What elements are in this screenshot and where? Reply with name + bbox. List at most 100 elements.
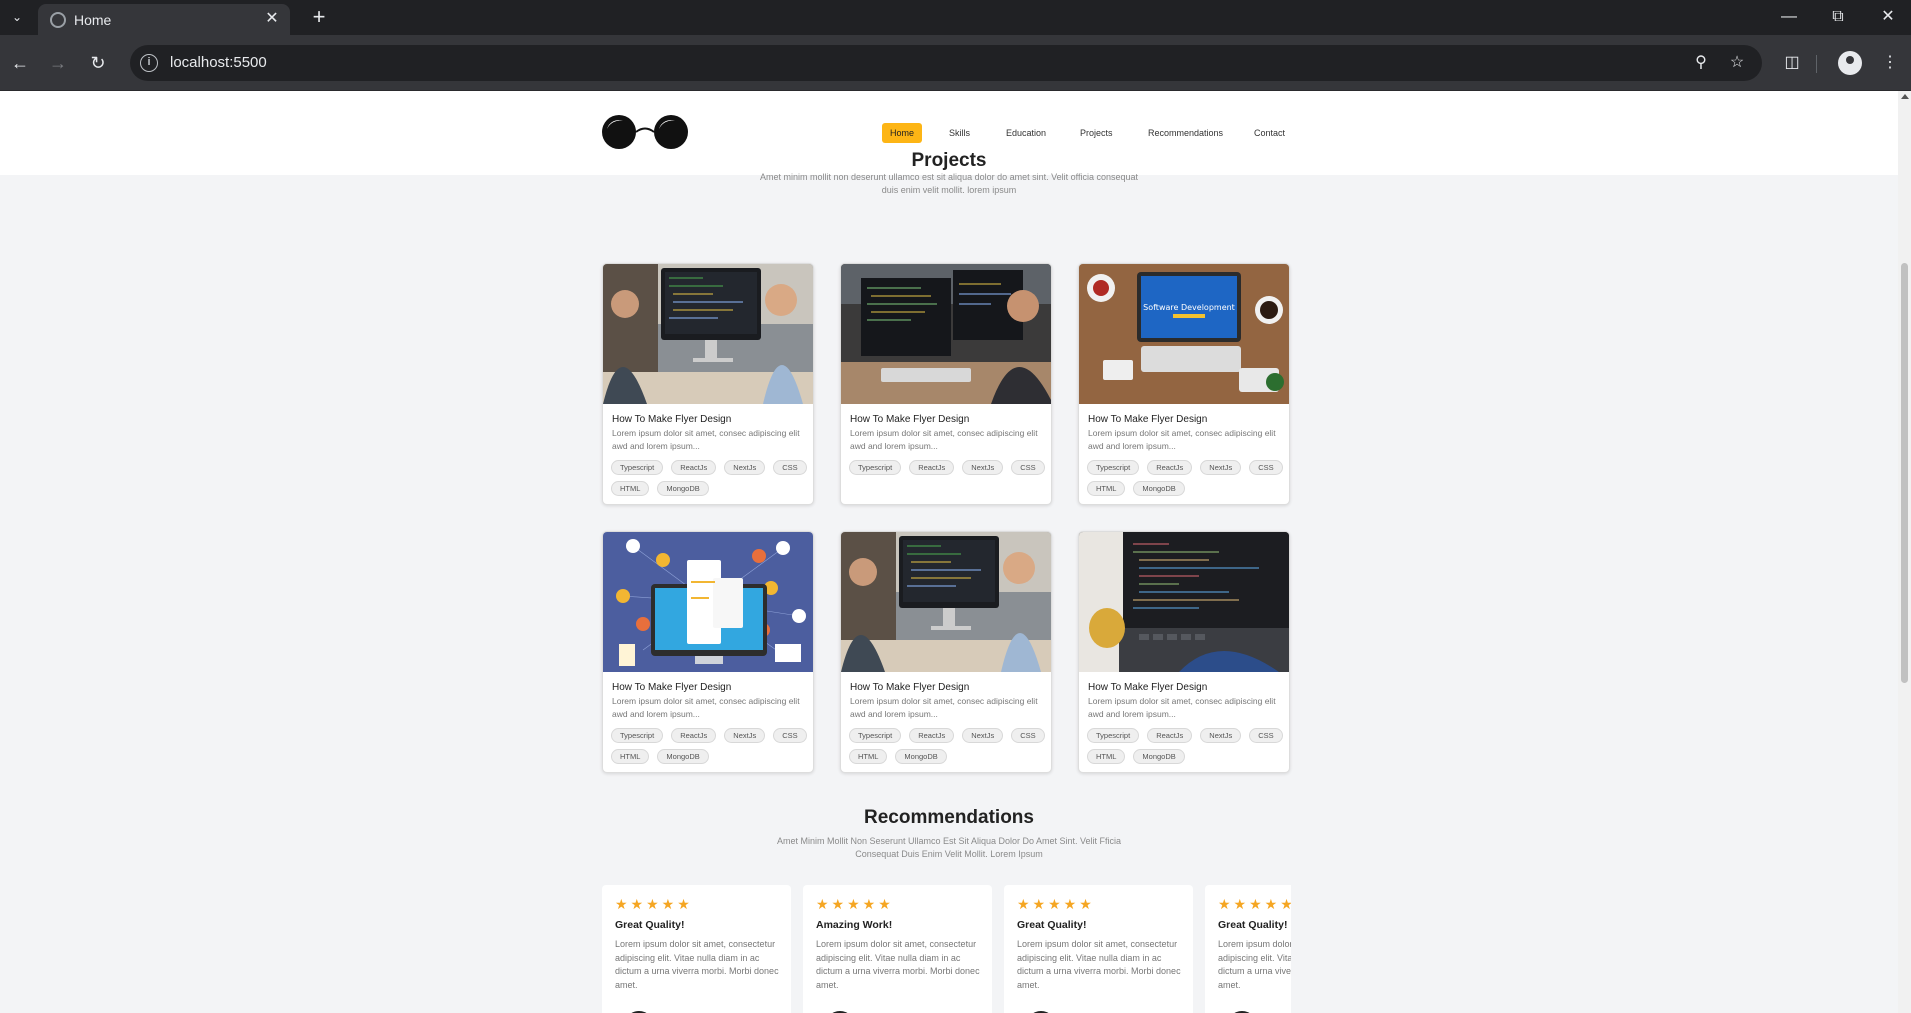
tag: MongoDB (657, 749, 709, 764)
recommendation-card: ★★★★★ Amazing Work! Lorem ipsum dolor si… (803, 885, 992, 1013)
tab-search-chevron-icon[interactable]: ⌄ (6, 7, 28, 27)
projects-subtitle: Amet minim mollit non deserunt ullamco e… (759, 172, 1139, 195)
tag: CSS (1249, 728, 1283, 743)
project-image (841, 532, 1051, 672)
project-description: Lorem ipsum dolor sit amet, consec adipi… (1088, 428, 1276, 451)
nav-contact[interactable]: Contact (1246, 123, 1293, 143)
tag: ReactJs (671, 460, 717, 475)
project-title: How To Make Flyer Design (1088, 414, 1208, 425)
glasses-logo-icon[interactable] (601, 112, 689, 152)
more-menu-icon[interactable]: ⋮ (1878, 51, 1902, 75)
recommendation-text: Lorem ipsum dolor sit amet, consectetur … (1017, 939, 1181, 990)
recommendations-heading: Recommendations (864, 807, 1034, 828)
forward-arrow-icon[interactable]: → (46, 51, 70, 75)
recommendation-card: ★★★★★ Great Quality! Lorem ipsum dolor s… (1004, 885, 1193, 1013)
recommendation-title: Great Quality! (615, 919, 685, 931)
recommendation-title: Great Quality! (1017, 919, 1087, 931)
page-viewport: Home Skills Education Projects Recommend… (0, 91, 1898, 1013)
project-title: How To Make Flyer Design (850, 682, 970, 693)
nav-recommendations[interactable]: Recommendations (1140, 123, 1231, 143)
project-description: Lorem ipsum dolor sit amet, consec adipi… (612, 696, 800, 719)
tag: ReactJs (1147, 728, 1193, 743)
project-title: How To Make Flyer Design (612, 414, 732, 425)
profile-avatar-icon[interactable] (1838, 51, 1862, 75)
rating-stars-icon: ★★★★★ (1218, 896, 1291, 912)
tag: HTML (1087, 481, 1126, 496)
project-image (603, 264, 813, 404)
recommendation-title: Great Quality! (1218, 919, 1288, 931)
tag: NextJs (1200, 460, 1242, 475)
project-title: How To Make Flyer Design (1088, 682, 1208, 693)
tag-list: Typescript ReactJs NextJs CSS (849, 460, 1049, 475)
close-tab-icon[interactable]: ✕ (262, 9, 282, 29)
minimize-icon[interactable]: — (1774, 6, 1804, 28)
browser-tab-bar: ⌄ Home ✕ + — ⧉ ✕ (0, 0, 1911, 35)
browser-toolbar: ← → ↻ i localhost:5500 ⚲ ☆ ◫ ⋮ (0, 35, 1911, 91)
tag: HTML (1087, 749, 1126, 764)
recommendation-text: Lorem ipsum dolor sit amet, consectetur … (615, 939, 779, 990)
tag: Typescript (849, 728, 902, 743)
reload-icon[interactable]: ↻ (86, 51, 110, 75)
tag: NextJs (962, 728, 1004, 743)
project-description: Lorem ipsum dolor sit amet, consec adipi… (850, 696, 1038, 719)
project-description: Lorem ipsum dolor sit amet, consec adipi… (1088, 696, 1276, 719)
project-card[interactable]: How To Make Flyer Design Lorem ipsum dol… (840, 531, 1052, 773)
recommendation-title: Amazing Work! (816, 919, 893, 931)
tag-list: Typescript ReactJs NextJs CSS HTML Mongo… (849, 728, 1049, 764)
back-arrow-icon[interactable]: ← (8, 51, 32, 75)
tag: Typescript (1087, 728, 1140, 743)
restore-icon[interactable]: ⧉ (1823, 6, 1853, 28)
tag: NextJs (724, 460, 766, 475)
project-card[interactable]: How To Make Flyer Design Lorem ipsum dol… (602, 531, 814, 773)
tag: MongoDB (1133, 749, 1185, 764)
recommendation-overflow-clip: ★★★★★ Great Quality! Lorem ipsum dolor s… (1205, 885, 1291, 1013)
toolbar-divider (1816, 55, 1817, 73)
zoom-icon[interactable]: ⚲ (1691, 53, 1711, 73)
tag-list: Typescript ReactJs NextJs CSS HTML Mongo… (611, 460, 811, 496)
projects-heading: Projects (911, 150, 987, 171)
project-card[interactable]: Software Development How To Make Flyer D… (1078, 263, 1290, 505)
close-window-icon[interactable]: ✕ (1873, 6, 1903, 28)
project-image (1079, 532, 1289, 672)
tag: HTML (849, 749, 888, 764)
page-scrollbar[interactable] (1898, 91, 1911, 1013)
recommendation-text: Lorem ipsum dolor sit amet, consectetur … (1218, 939, 1291, 990)
site-info-icon[interactable]: i (140, 54, 158, 72)
rating-stars-icon: ★★★★★ (1017, 896, 1095, 912)
tag: HTML (611, 749, 650, 764)
project-card[interactable]: How To Make Flyer Design Lorem ipsum dol… (602, 263, 814, 505)
tag-list: Typescript ReactJs NextJs CSS HTML Mongo… (611, 728, 811, 764)
nav-projects[interactable]: Projects (1072, 123, 1121, 143)
tab-title: Home (74, 12, 112, 28)
tag: HTML (611, 481, 650, 496)
project-card[interactable]: How To Make Flyer Design Lorem ipsum dol… (1078, 531, 1290, 773)
nav-skills[interactable]: Skills (941, 123, 978, 143)
bookmark-star-icon[interactable]: ☆ (1727, 53, 1747, 73)
scroll-up-arrow-icon[interactable] (1901, 94, 1909, 99)
scrollbar-thumb[interactable] (1901, 263, 1908, 683)
nav-education[interactable]: Education (998, 123, 1054, 143)
url-text[interactable]: localhost:5500 (170, 54, 267, 71)
extensions-icon[interactable]: ◫ (1780, 51, 1804, 75)
project-card[interactable]: How To Make Flyer Design Lorem ipsum dol… (840, 263, 1052, 505)
tag: CSS (1249, 460, 1283, 475)
rating-stars-icon: ★★★★★ (615, 896, 693, 912)
project-title: How To Make Flyer Design (850, 414, 970, 425)
project-description: Lorem ipsum dolor sit amet, consec adipi… (612, 428, 800, 451)
tag-list: Typescript ReactJs NextJs CSS HTML Mongo… (1087, 728, 1287, 764)
recommendations-subtitle: Amet Minim Mollit Non Seserunt Ullamco E… (776, 836, 1122, 859)
tag: ReactJs (671, 728, 717, 743)
tag: ReactJs (909, 460, 955, 475)
address-bar[interactable]: i localhost:5500 ⚲ ☆ (130, 45, 1762, 81)
project-image: Software Development (1079, 264, 1289, 404)
tag: NextJs (724, 728, 766, 743)
browser-tab[interactable]: Home ✕ (38, 4, 290, 35)
new-tab-plus-icon[interactable]: + (307, 5, 331, 29)
tag: MongoDB (657, 481, 709, 496)
tag: Typescript (1087, 460, 1140, 475)
nav-home[interactable]: Home (882, 123, 923, 143)
tag: CSS (1011, 728, 1045, 743)
project-image (603, 532, 813, 672)
tag: Typescript (849, 460, 902, 475)
tag: MongoDB (895, 749, 947, 764)
